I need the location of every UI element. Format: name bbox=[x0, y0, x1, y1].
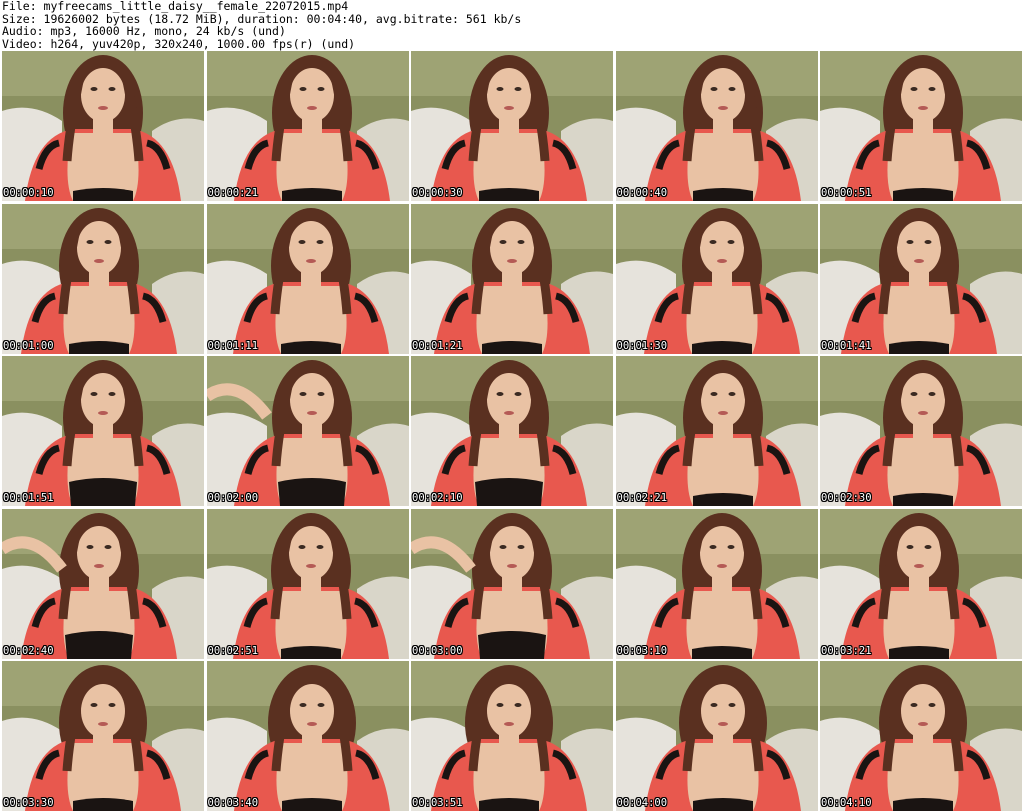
frame-image bbox=[615, 203, 818, 354]
frame-timestamp: 00:03:21 bbox=[821, 644, 872, 657]
frame-image bbox=[820, 661, 1022, 811]
video-frame-thumbnail: 00:02:40 bbox=[2, 508, 204, 659]
video-frame-thumbnail: 00:00:10 bbox=[2, 51, 204, 201]
frame-timestamp: 00:00:21 bbox=[207, 187, 259, 199]
frame-timestamp: 00:02:21 bbox=[616, 492, 668, 504]
frame-timestamp: 00:03:51 bbox=[412, 797, 463, 809]
video-frame-thumbnail: 00:01:11 bbox=[206, 203, 409, 354]
video-frame-thumbnail: 00:03:40 bbox=[206, 661, 409, 811]
frame-image bbox=[820, 508, 1022, 659]
video-frame-thumbnail: 00:03:21 bbox=[820, 508, 1022, 659]
video-frame-thumbnail: 00:03:51 bbox=[411, 661, 613, 811]
file-name-line: File: myfreecams_little_daisy__female_22… bbox=[2, 0, 349, 13]
frame-image bbox=[411, 203, 613, 354]
video-frame-thumbnail: 00:00:51 bbox=[820, 51, 1022, 201]
frame-image bbox=[615, 661, 818, 811]
frame-image bbox=[206, 51, 409, 201]
frame-image bbox=[411, 661, 613, 811]
frame-image bbox=[2, 356, 204, 506]
frame-timestamp: 00:00:30 bbox=[412, 187, 463, 199]
video-frame-thumbnail: 00:02:00 bbox=[206, 356, 409, 506]
frame-image bbox=[206, 203, 409, 354]
frame-timestamp: 00:03:30 bbox=[3, 797, 54, 809]
frame-timestamp: 00:01:41 bbox=[821, 339, 872, 352]
frame-image bbox=[411, 51, 613, 201]
frame-image bbox=[2, 51, 204, 201]
frame-image bbox=[206, 508, 409, 659]
frame-timestamp: 00:00:40 bbox=[616, 187, 668, 199]
video-frame-thumbnail: 00:01:30 bbox=[615, 203, 818, 354]
video-frame-thumbnail: 00:00:30 bbox=[411, 51, 613, 201]
frame-timestamp: 00:01:11 bbox=[207, 339, 259, 352]
video-info-line: Video: h264, yuv420p, 320x240, 1000.00 f… bbox=[2, 36, 356, 51]
video-frame-thumbnail: 00:01:41 bbox=[820, 203, 1022, 354]
frame-image bbox=[615, 51, 818, 201]
frame-timestamp: 00:00:10 bbox=[3, 187, 54, 199]
video-frame-thumbnail: 00:00:21 bbox=[206, 51, 409, 201]
video-frame-thumbnail: 00:02:21 bbox=[615, 356, 818, 506]
frame-timestamp: 00:02:40 bbox=[3, 644, 54, 657]
frame-image bbox=[2, 508, 204, 659]
frame-timestamp: 00:03:40 bbox=[207, 797, 259, 809]
thumbnail-grid: 00:00:10 00:00:21 00:00:30 00:00:40 00:00:51… bbox=[2, 51, 1022, 811]
frame-timestamp: 00:01:51 bbox=[3, 492, 54, 504]
frame-image bbox=[411, 508, 613, 659]
frame-image bbox=[615, 508, 818, 659]
video-frame-thumbnail: 00:01:00 bbox=[2, 203, 204, 354]
video-frame-thumbnail: 00:03:00 bbox=[411, 508, 613, 659]
frame-timestamp: 00:04:10 bbox=[821, 797, 872, 809]
frame-timestamp: 00:02:51 bbox=[207, 644, 259, 657]
frame-image bbox=[2, 203, 204, 354]
video-frame-thumbnail: 00:01:21 bbox=[411, 203, 613, 354]
file-info-header: File: myfreecams_little_daisy__female_22… bbox=[2, 0, 1022, 50]
video-frame-thumbnail: 00:02:51 bbox=[206, 508, 409, 659]
video-frame-thumbnail: 00:03:10 bbox=[615, 508, 818, 659]
frame-timestamp: 00:03:10 bbox=[616, 644, 668, 657]
frame-image bbox=[206, 661, 409, 811]
frame-timestamp: 00:03:00 bbox=[412, 644, 463, 657]
video-frame-thumbnail: 00:01:51 bbox=[2, 356, 204, 506]
audio-info-line: Audio: mp3, 16000 Hz, mono, 24 kb/s (und… bbox=[2, 24, 286, 38]
frame-timestamp: 00:01:30 bbox=[616, 339, 668, 352]
video-frame-thumbnail: 00:04:00 bbox=[615, 661, 818, 811]
frame-timestamp: 00:01:00 bbox=[3, 339, 54, 352]
frame-image bbox=[206, 356, 409, 506]
frame-image bbox=[2, 661, 204, 811]
frame-image bbox=[615, 356, 818, 506]
frame-image bbox=[820, 51, 1022, 201]
frame-image bbox=[820, 203, 1022, 354]
video-frame-thumbnail: 00:02:30 bbox=[820, 356, 1022, 506]
video-frame-thumbnail: 00:02:10 bbox=[411, 356, 613, 506]
frame-image bbox=[411, 356, 613, 506]
video-frame-thumbnail: 00:00:40 bbox=[615, 51, 818, 201]
frame-timestamp: 00:02:10 bbox=[412, 492, 463, 504]
video-frame-thumbnail: 00:04:10 bbox=[820, 661, 1022, 811]
frame-timestamp: 00:00:51 bbox=[821, 187, 872, 199]
frame-timestamp: 00:01:21 bbox=[412, 339, 463, 352]
frame-timestamp: 00:04:00 bbox=[616, 797, 668, 809]
frame-timestamp: 00:02:30 bbox=[821, 492, 872, 504]
frame-image bbox=[820, 356, 1022, 506]
frame-timestamp: 00:02:00 bbox=[207, 492, 259, 504]
video-frame-thumbnail: 00:03:30 bbox=[2, 661, 204, 811]
